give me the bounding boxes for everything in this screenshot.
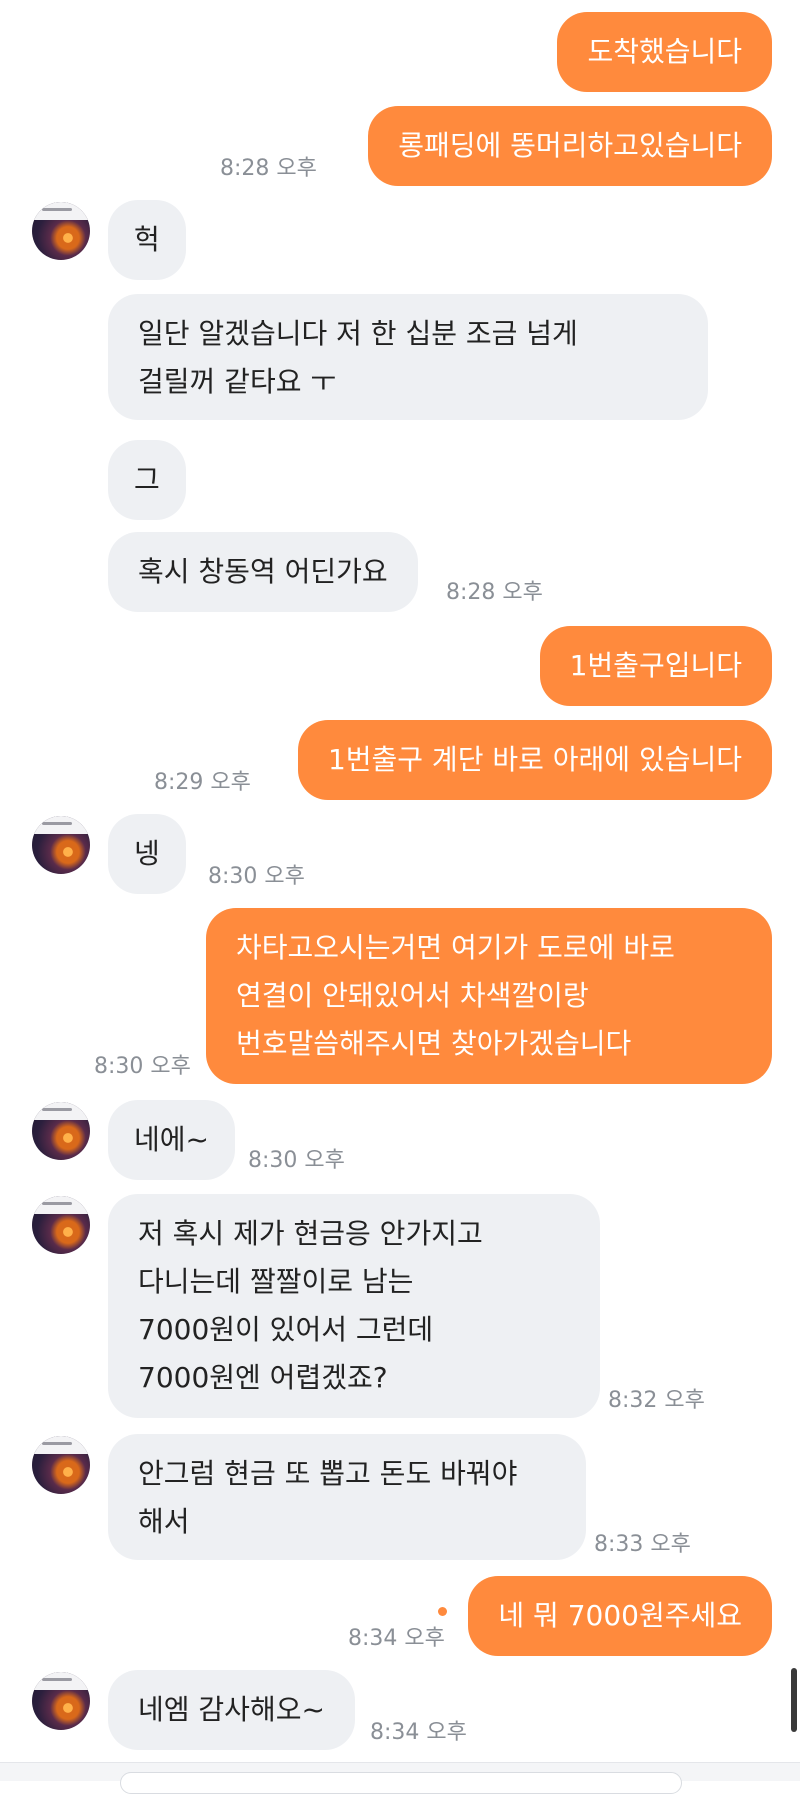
sent-message[interactable]: 1번출구입니다 — [539, 626, 772, 706]
message-line: 차타고오시는거면 여기가 도로에 바로 — [236, 931, 675, 964]
sent-message[interactable]: 1번출구 계단 바로 아래에 있습니다 — [297, 720, 772, 800]
message-line: 일단 알겠습니다 저 한 십분 조금 넘게 — [138, 317, 578, 350]
message-timestamp: 8:29 오후 — [154, 770, 251, 795]
message-timestamp: 8:33 오후 — [594, 1532, 691, 1557]
avatar[interactable] — [32, 1672, 90, 1730]
message-timestamp: 8:30 오후 — [208, 864, 305, 889]
avatar[interactable] — [32, 1196, 90, 1254]
chat-conversation: 도착했습니다 8:28 오후 롱패딩에 똥머리하고있습니다 헉 일단 알겠습니다… — [0, 0, 800, 1794]
message-input[interactable] — [120, 1772, 682, 1794]
message-line: 다니는데 짤짤이로 남는 — [138, 1265, 414, 1298]
message-line: 걸릴꺼 같타요 ㅜ — [138, 365, 337, 398]
message-line: 번호말씀해주시면 찾아가겠습니다 — [236, 1027, 632, 1060]
message-line: 해서 — [138, 1505, 190, 1538]
received-message[interactable]: 그 — [108, 440, 186, 520]
sent-message[interactable]: 도착했습니다 — [557, 12, 772, 92]
received-message[interactable]: 혹시 창동역 어딘가요 — [108, 532, 418, 612]
sent-message[interactable]: 네 뭐 7000원주세요 — [468, 1576, 772, 1656]
message-timestamp: 8:30 오후 — [248, 1148, 345, 1173]
received-message[interactable]: 일단 알겠습니다 저 한 십분 조금 넘게 걸릴꺼 같타요 ㅜ — [108, 294, 708, 420]
sent-message[interactable]: 차타고오시는거면 여기가 도로에 바로 연결이 안돼있어서 차색깔이랑 번호말씀… — [206, 908, 772, 1084]
received-message[interactable]: 네에~ — [108, 1100, 235, 1180]
sent-message[interactable]: 롱패딩에 똥머리하고있습니다 — [368, 106, 772, 186]
message-line: 연결이 안돼있어서 차색깔이랑 — [236, 979, 589, 1012]
message-timestamp: 8:30 오후 — [94, 1054, 191, 1079]
message-timestamp: 8:28 오후 — [446, 580, 543, 605]
message-timestamp: 8:34 오후 — [370, 1720, 467, 1745]
avatar[interactable] — [32, 816, 90, 874]
message-timestamp: 8:28 오후 — [220, 156, 317, 181]
avatar[interactable] — [32, 202, 90, 260]
received-message[interactable]: 넹 — [108, 814, 186, 894]
received-message[interactable]: 저 혹시 제가 현금응 안가지고 다니는데 짤짤이로 남는 7000원이 있어서… — [108, 1194, 600, 1418]
received-message[interactable]: 헉 — [108, 200, 186, 280]
message-line: 안그럼 현금 또 뽑고 돈도 바꿔야 — [138, 1457, 518, 1490]
received-message[interactable]: 네엠 감사해오~ — [108, 1670, 355, 1750]
avatar[interactable] — [32, 1102, 90, 1160]
message-line: 7000원이 있어서 그런데 — [138, 1313, 434, 1346]
message-timestamp: 8:34 오후 — [348, 1626, 445, 1651]
received-message[interactable]: 안그럼 현금 또 뽑고 돈도 바꿔야 해서 — [108, 1434, 586, 1560]
scrollbar[interactable] — [791, 1668, 797, 1732]
message-timestamp: 8:32 오후 — [608, 1388, 705, 1413]
unread-indicator-icon — [438, 1607, 447, 1616]
message-line: 저 혹시 제가 현금응 안가지고 — [138, 1217, 483, 1250]
avatar[interactable] — [32, 1436, 90, 1494]
message-line: 7000원엔 어렵겠죠? — [138, 1361, 388, 1394]
